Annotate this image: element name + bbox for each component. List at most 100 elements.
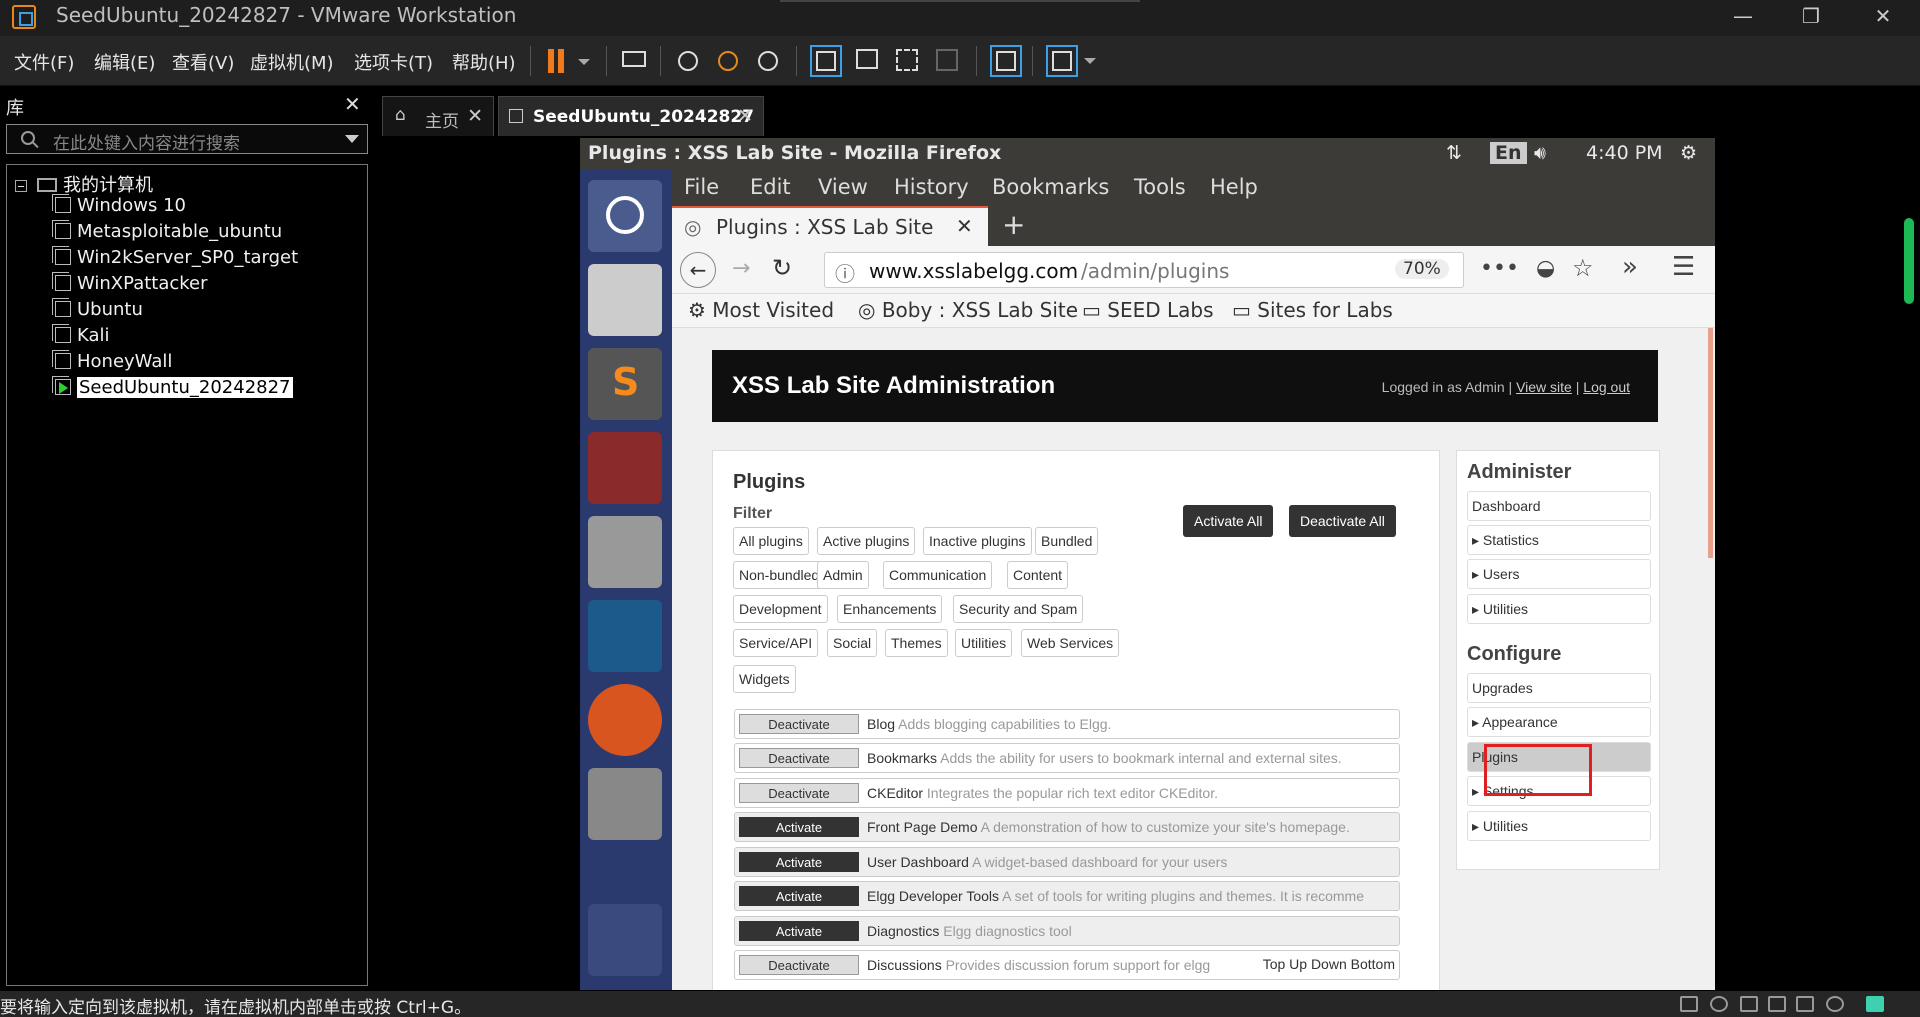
vm-item-winxpattacker[interactable]: WinXPattacker <box>52 272 208 297</box>
scroll-links[interactable]: Top Up Down Bottom <box>1262 956 1395 972</box>
sound-icon[interactable] <box>1796 996 1814 1012</box>
minimize-button[interactable]: — <box>1712 0 1774 36</box>
language-indicator[interactable]: En <box>1490 142 1527 164</box>
plugin-title[interactable]: Front Page Demo <box>867 819 978 835</box>
network-icon[interactable]: ⇅ <box>1446 142 1462 164</box>
ff-tab-plugins[interactable]: ◎ Plugins : XSS Lab Site ✕ <box>672 206 988 246</box>
sidebar-item-appearance[interactable]: ▸ Appearance <box>1467 707 1651 737</box>
zoom-indicator[interactable]: 70% <box>1395 259 1449 279</box>
vm-item-honeywall[interactable]: HoneyWall <box>52 350 172 375</box>
plugin-toggle-button[interactable]: Deactivate <box>739 748 859 768</box>
sidebar-item-upgrades[interactable]: Upgrades <box>1467 673 1651 703</box>
close-icon[interactable]: ✕ <box>737 105 753 127</box>
plugin-title[interactable]: Elgg Developer Tools <box>867 888 999 904</box>
plugin-toggle-button[interactable]: Activate <box>739 817 859 837</box>
plugin-title[interactable]: Blog <box>867 716 895 732</box>
back-icon[interactable]: ← <box>680 252 716 288</box>
filter-non-bundled[interactable]: Non-bundled <box>733 561 826 589</box>
message-icon[interactable] <box>1866 996 1884 1012</box>
collapse-icon[interactable] <box>15 180 27 192</box>
ff-menu-file[interactable]: File <box>684 175 719 199</box>
close-icon[interactable]: ✕ <box>344 92 361 116</box>
view-site-link[interactable]: View site <box>1516 379 1572 395</box>
bookmark-sites-for-labs[interactable]: ▭ Sites for Labs <box>1232 298 1393 322</box>
bookmark-boby[interactable]: ◎ Boby : XSS Lab Site <box>858 298 1078 322</box>
plugin-title[interactable]: Diagnostics <box>867 923 939 939</box>
menu-file[interactable]: 文件(F) <box>14 49 74 75</box>
vm-item-windows10[interactable]: Windows 10 <box>52 194 186 219</box>
plugin-toggle-button[interactable]: Deactivate <box>739 714 859 734</box>
vm-item-metasploitable[interactable]: Metasploitable_ubuntu <box>52 220 282 245</box>
library-search[interactable]: 在此处键入内容进行搜索 <box>6 124 368 154</box>
reload-icon[interactable]: ↻ <box>772 254 792 282</box>
menu-vm[interactable]: 虚拟机(M) <box>250 49 334 75</box>
fullscreen-icon[interactable] <box>892 45 924 77</box>
menu-edit[interactable]: 编辑(E) <box>94 49 155 75</box>
filter-themes[interactable]: Themes <box>885 629 948 657</box>
vm-item-seedubuntu[interactable]: SeedUbuntu_20242827 <box>52 376 293 401</box>
stretch-icon[interactable] <box>1046 45 1078 77</box>
bookmark-seed-labs[interactable]: ▭ SEED Labs <box>1082 298 1214 322</box>
overflow-icon[interactable]: » <box>1622 252 1638 282</box>
menu-view[interactable]: 查看(V) <box>172 49 234 75</box>
ff-menu-view[interactable]: View <box>818 175 868 199</box>
send-keys-icon[interactable] <box>618 45 650 77</box>
plugin-title[interactable]: Discussions <box>867 957 942 973</box>
vm-item-win2kserver[interactable]: Win2kServer_SP0_target <box>52 246 298 271</box>
filter-all-plugins[interactable]: All plugins <box>733 527 809 555</box>
bookmark-most-visited[interactable]: ⚙ Most Visited <box>688 298 834 322</box>
tree-root[interactable]: 我的计算机 <box>15 171 153 197</box>
forward-icon[interactable]: → <box>732 256 750 281</box>
plugin-toggle-button[interactable]: Deactivate <box>739 955 859 975</box>
filter-social[interactable]: Social <box>827 629 878 657</box>
pause-icon[interactable] <box>544 45 590 77</box>
info-icon[interactable]: ⓘ <box>835 258 855 287</box>
vm-item-kali[interactable]: Kali <box>52 324 110 349</box>
close-icon[interactable]: ✕ <box>467 105 483 127</box>
filter-communication[interactable]: Communication <box>883 561 993 589</box>
sidebar-toggle-icon[interactable] <box>810 45 842 77</box>
filter-inactive-plugins[interactable]: Inactive plugins <box>923 527 1032 555</box>
chevron-down-icon[interactable] <box>345 135 359 143</box>
ubuntu-dash-icon[interactable] <box>588 180 662 252</box>
more-actions-icon[interactable]: ••• <box>1480 256 1519 281</box>
menu-tabs[interactable]: 选项卡(T) <box>354 49 433 75</box>
files-icon[interactable] <box>588 516 662 588</box>
activate-all-button[interactable]: Activate All <box>1183 505 1274 537</box>
ff-menu-bookmarks[interactable]: Bookmarks <box>992 175 1109 199</box>
hamburger-menu-icon[interactable]: ☰ <box>1672 252 1695 282</box>
deactivate-all-button[interactable]: Deactivate All <box>1289 505 1396 537</box>
filter-content[interactable]: Content <box>1007 561 1069 589</box>
ff-menu-tools[interactable]: Tools <box>1134 175 1186 199</box>
page-scrollbar[interactable] <box>1708 328 1713 558</box>
revert-snapshot-icon[interactable] <box>712 45 744 77</box>
ff-menu-history[interactable]: History <box>894 175 969 199</box>
sidebar-item-utilities[interactable]: ▸ Utilities <box>1467 594 1651 624</box>
plugin-toggle-button[interactable]: Activate <box>739 886 859 906</box>
filter-enhancements[interactable]: Enhancements <box>837 595 943 623</box>
unity-icon[interactable] <box>932 45 964 77</box>
firefox-icon[interactable] <box>588 684 662 756</box>
new-tab-icon[interactable]: + <box>1002 208 1025 241</box>
plugin-title[interactable]: Bookmarks <box>867 750 937 766</box>
sublime-icon[interactable]: S <box>588 348 662 420</box>
url-bar[interactable]: ⓘ www.xsslabelgg.com /admin/plugins 70% <box>824 252 1464 288</box>
settings-icon[interactable] <box>588 768 662 840</box>
volume-icon[interactable]: 🔊︎ <box>1534 142 1546 164</box>
cd-icon[interactable] <box>1710 996 1728 1012</box>
terminal-icon[interactable] <box>588 432 662 504</box>
pocket-icon[interactable]: ◒ <box>1536 256 1555 281</box>
sidebar-item-dashboard[interactable]: Dashboard <box>1467 491 1651 521</box>
maximize-button[interactable]: ❐ <box>1780 0 1842 36</box>
tab-seedubuntu[interactable]: SeedUbuntu_20242827 ✕ <box>498 96 764 136</box>
log-out-link[interactable]: Log out <box>1583 379 1630 395</box>
network-adapter-icon[interactable] <box>1740 996 1758 1012</box>
star-icon[interactable]: ☆ <box>1572 254 1594 282</box>
plugin-toggle-button[interactable]: Deactivate <box>739 783 859 803</box>
filter-web-services[interactable]: Web Services <box>1021 629 1120 657</box>
ff-menu-help[interactable]: Help <box>1210 175 1258 199</box>
gear-icon[interactable]: ⚙ <box>1680 142 1697 164</box>
chevron-down-icon[interactable] <box>1084 58 1096 64</box>
filter-service-api[interactable]: Service/API <box>733 629 819 657</box>
ff-menu-edit[interactable]: Edit <box>750 175 791 199</box>
